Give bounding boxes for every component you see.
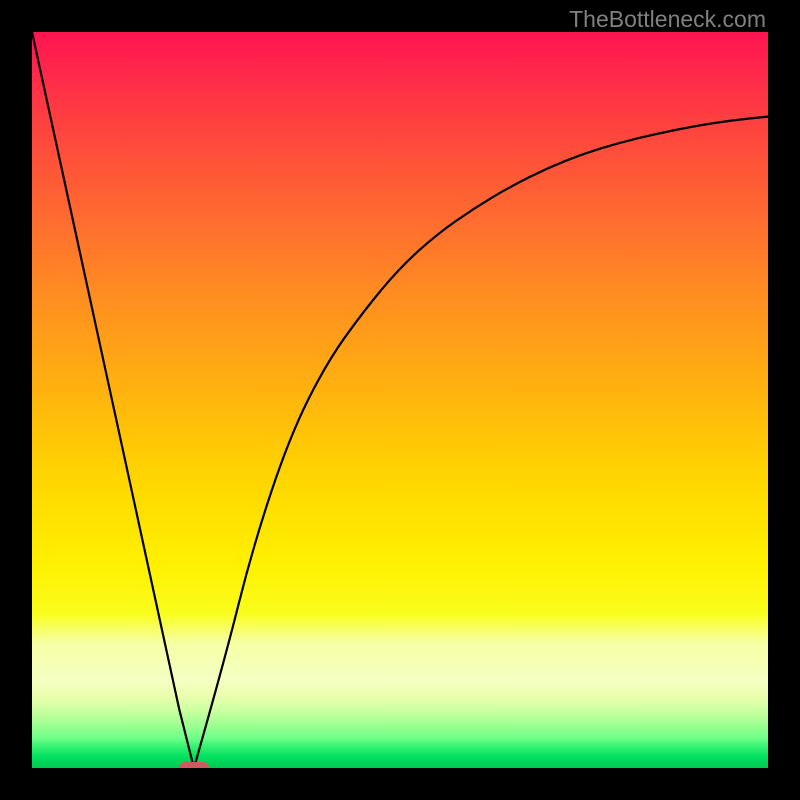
curve-svg	[32, 32, 768, 768]
curve-left-branch	[32, 32, 194, 768]
plot-area	[32, 32, 768, 768]
minimum-marker	[179, 762, 208, 768]
attribution-text: TheBottleneck.com	[569, 6, 766, 33]
chart-frame: TheBottleneck.com	[0, 0, 800, 800]
curve-right-branch	[194, 117, 768, 768]
